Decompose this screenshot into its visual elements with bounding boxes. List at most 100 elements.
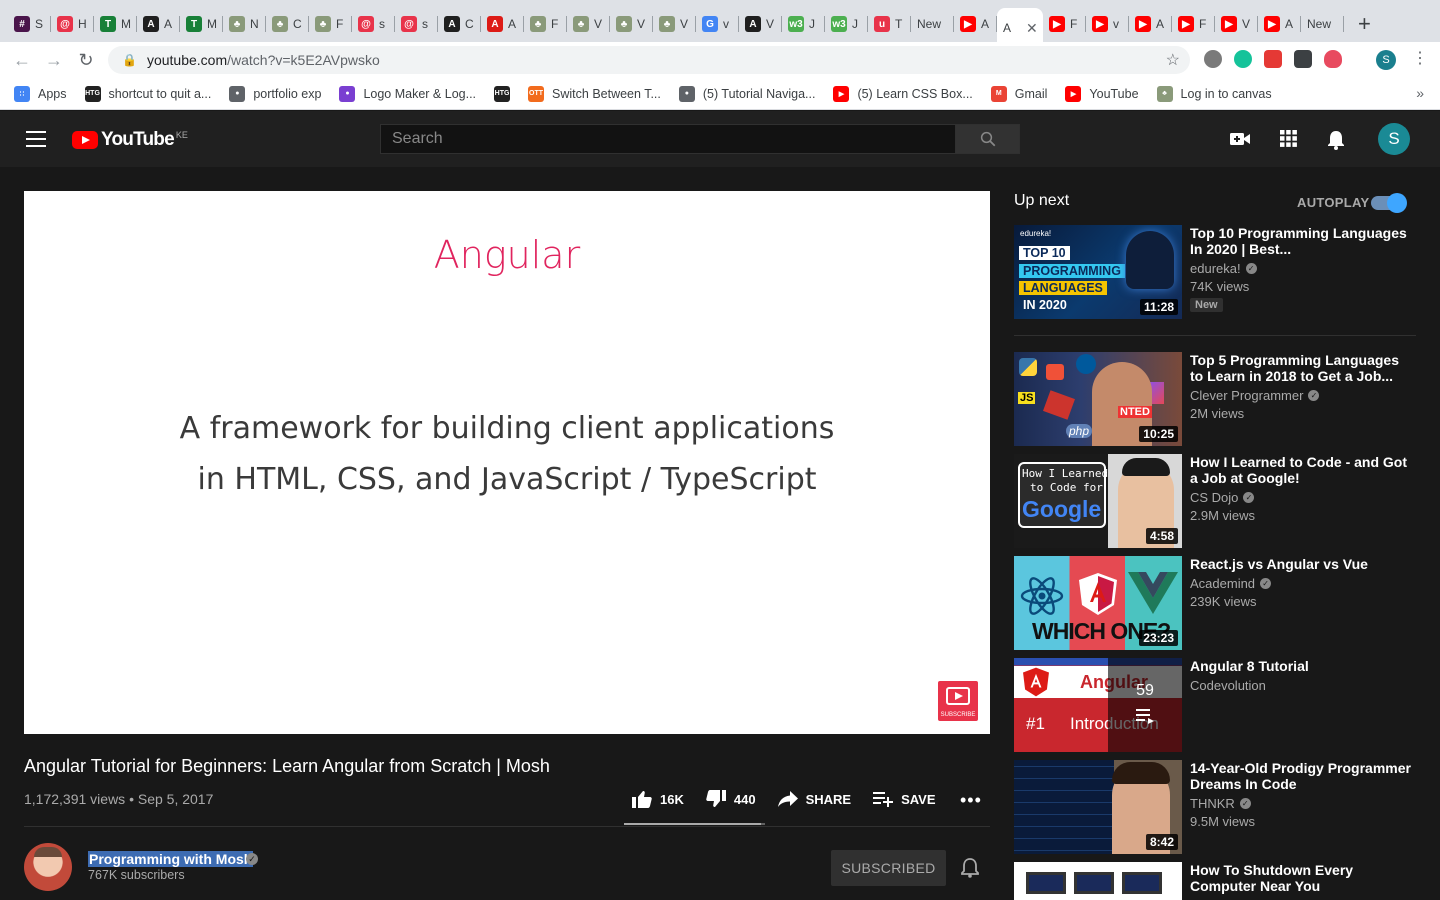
channel-name[interactable]: Clever Programmer (1190, 388, 1303, 403)
bookmark-item[interactable]: HTG shortcut to quit a... (84, 85, 211, 102)
browser-tab[interactable]: @ s (352, 7, 395, 41)
browser-tab[interactable]: ♣ V (610, 7, 653, 41)
search-input[interactable]: Search (380, 124, 956, 154)
back-button[interactable]: ← (6, 50, 38, 71)
share-button[interactable]: SHARE (777, 791, 851, 807)
browser-tab[interactable]: ♣ C (266, 7, 309, 41)
browser-tab[interactable]: TM (180, 7, 223, 41)
video-title[interactable]: 14-Year-Old Prodigy Programmer Dreams In… (1190, 760, 1416, 792)
recommended-video[interactable]: WHICH ONE? 23:23 React.js vs Angular vs … (1014, 556, 1416, 650)
recommended-video[interactable]: How To Shutdown Every Computer Near You (1014, 862, 1416, 900)
video-thumbnail[interactable]: edureka! TOP 10 PROGRAMMING LANGUAGES IN… (1014, 225, 1182, 319)
browser-tab[interactable]: ♣ V (653, 7, 696, 41)
youtube-logo[interactable]: YouTube KE (72, 129, 188, 151)
menu-icon[interactable] (26, 131, 46, 147)
forward-button[interactable]: → (38, 50, 70, 71)
browser-tab[interactable]: uT (868, 7, 911, 41)
bookmark-item[interactable]: ▶ YouTube (1065, 85, 1139, 102)
channel-name[interactable]: CS Dojo (1190, 490, 1238, 505)
video-title[interactable]: How To Shutdown Every Computer Near You (1190, 862, 1416, 894)
recommended-video[interactable]: edureka! TOP 10 PROGRAMMING LANGUAGES IN… (1014, 225, 1416, 319)
browser-tab[interactable]: ♣ F (309, 7, 352, 41)
bookmark-item[interactable]: ▶ (5) Learn CSS Box... (833, 85, 973, 102)
browser-tab[interactable]: ▶ A (1129, 7, 1172, 41)
playlist-title[interactable]: Angular 8 Tutorial (1190, 658, 1416, 674)
browser-tab[interactable]: ▶ V (1215, 7, 1258, 41)
channel-name[interactable]: THNKR (1190, 796, 1235, 811)
bookmark-item[interactable]: ● portfolio exp (229, 85, 321, 102)
channel-avatar[interactable] (24, 843, 72, 891)
video-title[interactable]: Top 5 Programming Languages to Learn in … (1190, 352, 1416, 384)
browser-tab[interactable]: w3 J (825, 7, 868, 41)
channel-name[interactable]: Programming with Mosh (88, 851, 254, 867)
shield-icon[interactable] (1324, 50, 1342, 68)
browser-tab[interactable]: New (1301, 7, 1344, 41)
recommended-video[interactable]: How I Learned to Code for Google 4:58 Ho… (1014, 454, 1416, 548)
browser-tab[interactable]: # S (8, 7, 51, 41)
dislike-button[interactable]: 440 (706, 790, 756, 808)
more-bookmarks-icon[interactable]: » (1416, 85, 1424, 101)
save-button[interactable]: SAVE (873, 791, 936, 807)
channel-name[interactable]: edureka! (1190, 261, 1241, 276)
grammarly-icon[interactable] (1234, 50, 1252, 68)
browser-tab[interactable]: @ s (395, 7, 438, 41)
browser-tab[interactable]: AV (739, 7, 782, 41)
video-thumbnail[interactable]: 8:42 (1014, 760, 1182, 854)
close-tab-icon[interactable]: ✕ (1026, 20, 1038, 37)
browser-tab[interactable]: TM (94, 7, 137, 41)
notifications-bell-icon[interactable] (1327, 130, 1345, 150)
browser-tab[interactable]: ♣ N (223, 7, 266, 41)
playlist-thumbnail[interactable]: Angular #1 Introduction 59 (1014, 658, 1182, 752)
search-button[interactable] (955, 124, 1020, 154)
video-title[interactable]: Top 10 Programming Languages In 2020 | B… (1190, 225, 1416, 257)
browser-tab[interactable]: AA (137, 7, 180, 41)
extension-owl-icon[interactable] (1204, 50, 1222, 68)
browser-tab[interactable]: w3 J (782, 7, 825, 41)
browser-tab[interactable]: New (911, 7, 954, 41)
recommended-video[interactable]: JS NTED php 10:25 Top 5 Programming Lang… (1014, 352, 1416, 446)
browser-tab[interactable]: ▶ F (1043, 7, 1086, 41)
subscribe-watermark[interactable]: SUBSCRIBE (938, 681, 978, 721)
bookmark-item[interactable]: ♣ Log in to canvas (1156, 85, 1272, 102)
apps-grid-icon[interactable] (1280, 130, 1297, 147)
new-tab-button[interactable]: + (1358, 11, 1371, 37)
bookmark-star-icon[interactable]: ☆ (1166, 50, 1180, 70)
channel-name[interactable]: Academind (1190, 576, 1255, 591)
video-thumbnail[interactable]: WHICH ONE? 23:23 (1014, 556, 1182, 650)
browser-menu-icon[interactable]: ⋮ (1412, 50, 1428, 68)
video-title[interactable]: React.js vs Angular vs Vue (1190, 556, 1416, 572)
video-player[interactable]: Angular A framework for building client … (24, 191, 990, 734)
channel-name[interactable]: Codevolution (1190, 678, 1266, 693)
browser-tab[interactable]: ▶ F (1172, 7, 1215, 41)
address-bar[interactable]: 🔒 youtube.com/watch?v=k5E2AVpwsko ☆ (108, 46, 1190, 74)
browser-tab[interactable]: ▶ A (954, 7, 997, 41)
extension-stack-icon[interactable] (1264, 50, 1282, 68)
like-button[interactable]: 16K (632, 790, 684, 808)
recommended-video[interactable]: 8:42 14-Year-Old Prodigy Programmer Drea… (1014, 760, 1416, 854)
bookmark-item[interactable]: ∷ Apps (14, 85, 67, 102)
browser-tab[interactable]: ▶ A (1258, 7, 1301, 41)
bookmark-item[interactable]: M Gmail (990, 85, 1047, 102)
browser-tab[interactable]: @ H (51, 7, 94, 41)
autoplay-toggle[interactable] (1371, 193, 1407, 213)
subscribed-button[interactable]: SUBSCRIBED (831, 850, 946, 886)
user-avatar[interactable]: S (1378, 123, 1410, 155)
bookmark-item[interactable]: HTG (494, 85, 511, 102)
video-thumbnail[interactable]: How I Learned to Code for Google 4:58 (1014, 454, 1182, 548)
browser-tab[interactable]: ▶ v (1086, 7, 1129, 41)
bookmark-item[interactable]: ● Logo Maker & Log... (339, 85, 476, 102)
browser-tab[interactable]: ♣ F (524, 7, 567, 41)
browser-tab[interactable]: AA (481, 7, 524, 41)
bookmark-item[interactable]: ● (5) Tutorial Naviga... (678, 85, 815, 102)
reload-button[interactable]: ↻ (70, 50, 102, 71)
create-video-icon[interactable] (1229, 130, 1251, 148)
bookmark-item[interactable]: OTT Switch Between T... (528, 85, 661, 102)
extension-terminal-icon[interactable] (1294, 50, 1312, 68)
video-thumbnail[interactable]: JS NTED php 10:25 (1014, 352, 1182, 446)
browser-tab[interactable]: AC (438, 7, 481, 41)
more-actions-icon[interactable]: ••• (960, 790, 982, 811)
recommended-playlist[interactable]: Angular #1 Introduction 59 Angular 8 Tut… (1014, 658, 1416, 752)
channel-notification-bell-icon[interactable] (961, 858, 979, 878)
browser-profile-avatar[interactable]: S (1376, 50, 1396, 70)
browser-tab[interactable]: ♣ V (567, 7, 610, 41)
